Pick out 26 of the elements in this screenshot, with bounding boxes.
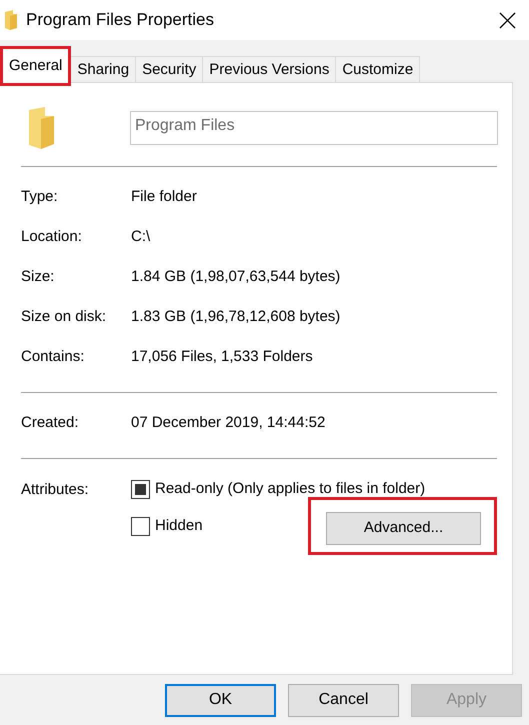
- folder-icon: [28, 107, 56, 149]
- field-value: C:\: [131, 226, 150, 247]
- checkbox-label: Read-only (Only applies to files in folder): [155, 479, 426, 500]
- field-label: Size:: [21, 266, 56, 287]
- field-label: Contains:: [21, 346, 86, 367]
- advanced-button[interactable]: Advanced...: [326, 512, 481, 545]
- dialog-button[interactable]: OK: [165, 684, 276, 716]
- field-value: 17,056 Files, 1,533 Folders: [131, 346, 313, 367]
- tab[interactable]: Customize: [335, 56, 420, 82]
- checkbox[interactable]: [131, 480, 150, 499]
- field-label: Size on disk:: [21, 306, 108, 327]
- field-value: 1.83 GB (1,96,78,12,608 bytes): [131, 306, 340, 327]
- close-icon: [498, 12, 516, 28]
- tab[interactable]: General: [0, 46, 72, 86]
- field-value: 1.84 GB (1,98,07,63,544 bytes): [131, 266, 340, 287]
- field-label: Created:: [21, 412, 80, 433]
- field-label: Location:: [21, 226, 83, 247]
- field-label: Type:: [21, 186, 59, 207]
- field-value: 07 December 2019, 14:44:52: [131, 412, 326, 433]
- field-value: File folder: [131, 186, 197, 207]
- checkbox-label: Hidden: [155, 516, 203, 536]
- dialog-button[interactable]: Cancel: [288, 684, 399, 716]
- folder-icon: [4, 10, 18, 30]
- attributes-label: Attributes:: [21, 480, 90, 500]
- checkbox[interactable]: [131, 517, 150, 536]
- window-title: Program Files Properties: [26, 9, 214, 32]
